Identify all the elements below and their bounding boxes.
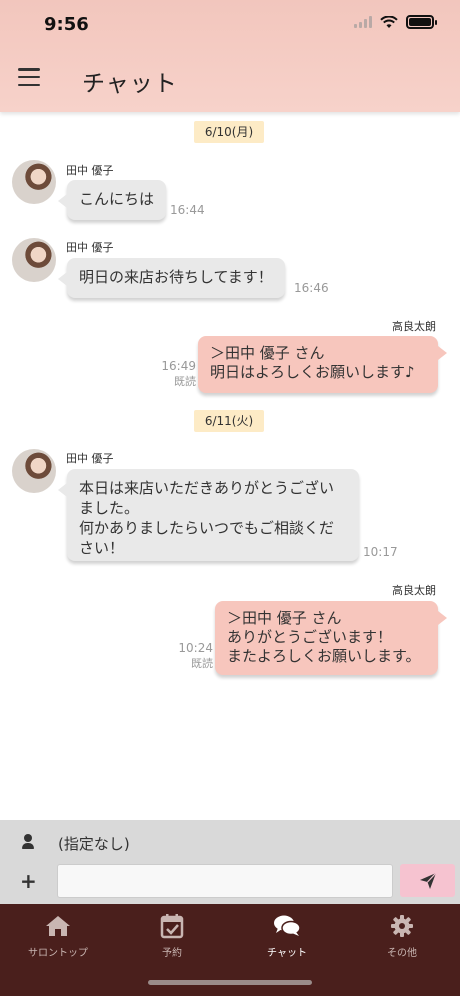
- my-name: 高良太朗: [392, 320, 436, 333]
- nav-item-chat[interactable]: チャット: [237, 912, 337, 959]
- message-text-line: ありがとうございます！: [227, 628, 393, 646]
- status-bar: 9:56: [0, 0, 460, 50]
- message-text-line: またよろしくお願いします。: [227, 647, 421, 665]
- wifi-icon: [380, 15, 398, 28]
- nav-label: その他: [387, 948, 417, 959]
- message-meta: 16:49 既読: [158, 359, 196, 389]
- outgoing-message[interactable]: ＞田中 優子 さん 明日はよろしくお願いします♪: [198, 336, 447, 393]
- message-text: 明日の来店お待ちしてます！: [79, 268, 273, 286]
- status-time: 9:56: [44, 14, 89, 35]
- message-text-line: さい！: [79, 539, 125, 557]
- status-icons: [354, 15, 437, 29]
- nav-item-booking[interactable]: 予約: [122, 912, 222, 959]
- outgoing-message[interactable]: ＞田中 優子 さん ありがとうございます！ またよろしくお願いします。: [215, 601, 447, 675]
- message-text-line: 明日はよろしくお願いします♪: [210, 363, 415, 381]
- nav-label: 予約: [162, 948, 182, 959]
- read-receipt: 既読: [174, 375, 196, 388]
- sender-name: 田中 優子: [66, 452, 114, 465]
- send-button[interactable]: [400, 864, 455, 897]
- message-text-line: ました。: [79, 499, 140, 517]
- hamburger-menu-icon[interactable]: [18, 68, 40, 86]
- incoming-message[interactable]: 明日の来店お待ちしてます！: [58, 258, 285, 298]
- gear-icon: [391, 915, 413, 937]
- calendar-check-icon: [160, 914, 184, 939]
- date-badge: 6/10(月): [194, 121, 264, 143]
- plus-icon[interactable]: +: [20, 871, 37, 891]
- read-receipt: 既読: [191, 657, 213, 670]
- sender-name: 田中 優子: [66, 164, 114, 177]
- message-text-line: ＞田中 優子 さん: [227, 609, 342, 627]
- incoming-message[interactable]: こんにちは: [57, 180, 167, 220]
- avatar[interactable]: [12, 160, 56, 204]
- nav-item-other[interactable]: その他: [352, 912, 452, 959]
- avatar[interactable]: [12, 449, 56, 493]
- nav-item-salon-top[interactable]: サロントップ: [8, 912, 108, 959]
- date-badge: 6/11(火): [194, 410, 264, 432]
- home-indicator: [148, 980, 312, 985]
- chat-bubbles-icon: [274, 915, 301, 936]
- chat-area[interactable]: 6/10(月) 田中 優子 こんにちは 16:44 田中 優子 明日の来店お待ち…: [0, 112, 460, 820]
- message-input[interactable]: [57, 864, 393, 898]
- my-name: 高良太朗: [392, 584, 436, 597]
- message-time: 16:49: [161, 359, 196, 373]
- message-time: 10:17: [363, 545, 398, 559]
- avatar[interactable]: [12, 238, 56, 282]
- person-icon: [21, 834, 35, 850]
- nav-label: サロントップ: [28, 948, 88, 959]
- page-title: チャット: [82, 71, 178, 97]
- app-header: 9:56 チャット: [0, 0, 460, 112]
- battery-icon: [406, 15, 437, 29]
- message-text-line: 何かありましたらいつでもご相談くだ: [79, 519, 335, 537]
- signal-icon: [354, 16, 372, 28]
- message-time: 16:46: [294, 281, 329, 295]
- nav-label: チャット: [267, 948, 307, 959]
- message-text-line: 本日は来店いただきありがとうござい: [79, 479, 335, 497]
- message-text-line: ＞田中 優子 さん: [210, 344, 325, 362]
- message-composer: (指定なし) +: [0, 820, 460, 904]
- home-icon: [46, 916, 70, 936]
- sender-name: 田中 優子: [66, 241, 114, 254]
- incoming-message[interactable]: 本日は来店いただきありがとうござい ました。 何かありましたらいつでもご相談くだ…: [58, 469, 359, 561]
- message-meta: 10:24 既読: [175, 641, 213, 671]
- message-time: 16:44: [170, 203, 205, 217]
- paper-plane-icon: [419, 872, 436, 889]
- message-time: 10:24: [178, 641, 213, 655]
- message-text: こんにちは: [79, 190, 155, 208]
- recipient-selector[interactable]: (指定なし): [58, 833, 130, 854]
